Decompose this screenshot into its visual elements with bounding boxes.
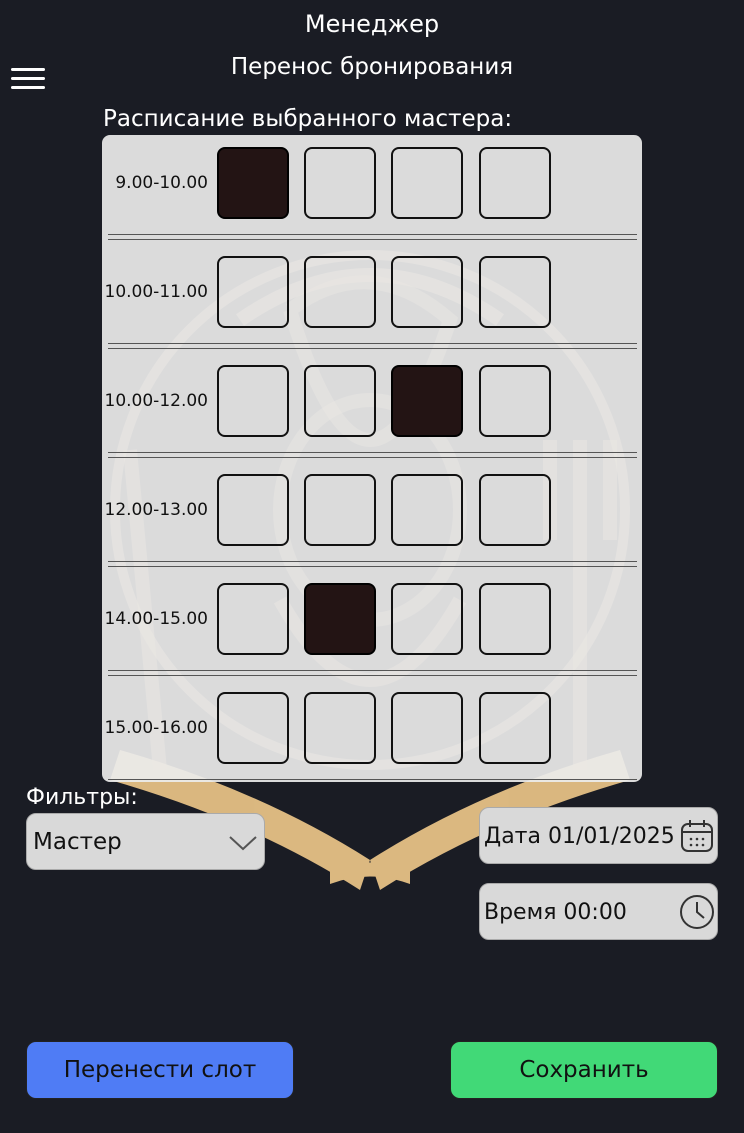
slot-free[interactable] [217,583,289,655]
time-field[interactable]: Время 00:00 [479,883,718,940]
page-title: Перенос бронирования [230,54,514,80]
save-button[interactable]: Сохранить [450,1041,718,1099]
hamburger-icon [11,68,45,71]
time-value: Время 00:00 [484,900,627,925]
date-field[interactable]: Дата 01/01/2025 [479,807,718,864]
row-divider [108,343,637,349]
calendar-icon[interactable] [679,818,715,854]
move-slot-button[interactable]: Перенести слот [26,1041,294,1099]
slot-free[interactable] [304,474,376,546]
slot-free[interactable] [304,147,376,219]
schedule-row: 14.00-15.00 [102,571,642,680]
time-slot-label: 10.00-11.00 [104,282,208,302]
slot-free[interactable] [217,692,289,764]
slot-free[interactable] [479,583,551,655]
schedule-row: 10.00-11.00 [102,244,642,353]
slot-free[interactable] [217,256,289,328]
row-divider [108,234,637,240]
slot-free[interactable] [391,256,463,328]
schedule-row: 10.00-12.00 [102,353,642,462]
schedule-row: 15.00-16.00 [102,680,642,782]
filters-label: Фильтры: [26,785,138,810]
time-slot-label: 9.00-10.00 [115,173,208,193]
slot-free[interactable] [391,692,463,764]
slot-free[interactable] [304,692,376,764]
chevron-down-icon [229,836,257,851]
slot-free[interactable] [479,147,551,219]
time-slot-label: 12.00-13.00 [104,500,208,520]
master-select[interactable]: Мастер [26,813,265,870]
schedule-panel: 9.00-10.00 10.00-11.00 10.00-12.00 12.00-13… [102,135,642,782]
slot-booked[interactable] [391,365,463,437]
slot-free[interactable] [217,474,289,546]
time-slot-label: 10.00-12.00 [104,391,208,411]
time-slot-label: 14.00-15.00 [104,609,208,629]
schedule-label: Расписание выбранного мастера: [103,106,513,132]
slot-free[interactable] [479,692,551,764]
slot-booked[interactable] [217,147,289,219]
slot-free[interactable] [479,256,551,328]
slot-free[interactable] [391,583,463,655]
row-divider [108,670,637,676]
user-role-title: Менеджер [304,10,440,38]
schedule-row: 9.00-10.00 [102,135,642,244]
row-divider [108,779,637,782]
slot-booked[interactable] [304,583,376,655]
slot-free[interactable] [479,474,551,546]
date-value: Дата 01/01/2025 [484,824,675,849]
schedule-row: 12.00-13.00 [102,462,642,571]
clock-icon[interactable] [679,894,715,930]
slot-free[interactable] [479,365,551,437]
slot-free[interactable] [217,365,289,437]
master-select-value: Мастер [33,829,122,855]
slot-free[interactable] [304,365,376,437]
slot-free[interactable] [391,474,463,546]
row-divider [108,561,637,567]
row-divider [108,452,637,458]
slot-free[interactable] [391,147,463,219]
time-slot-label: 15.00-16.00 [104,718,208,738]
menu-button[interactable] [11,68,45,90]
slot-free[interactable] [304,256,376,328]
